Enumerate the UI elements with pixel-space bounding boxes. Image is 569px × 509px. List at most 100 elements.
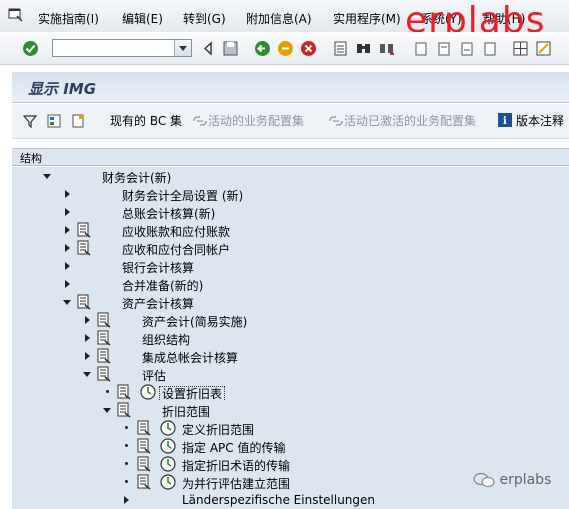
tree-node-label: 合并准备(新的) <box>122 279 204 293</box>
tree-row[interactable]: 资产会计核算 <box>12 293 569 311</box>
collapse-arrow-icon[interactable] <box>63 300 71 305</box>
chevron-down-icon <box>179 46 187 51</box>
print-icon[interactable] <box>332 40 349 57</box>
documentation-page-icon[interactable] <box>76 222 92 238</box>
tree-node-label: 资产会计核算 <box>122 297 195 311</box>
expand-arrow-icon[interactable] <box>65 226 70 234</box>
tree-row[interactable]: 集成总帐会计核算 <box>12 347 569 365</box>
tree-row[interactable]: 财务会计(新) <box>12 167 569 185</box>
layout-grid-icon[interactable] <box>512 40 529 57</box>
tree-row[interactable]: 折旧范围 <box>12 401 569 419</box>
tree-row[interactable]: 财务会计全局设置 (新) <box>12 185 569 203</box>
execute-activity-clock-icon[interactable] <box>160 438 176 454</box>
command-field[interactable] <box>52 39 192 57</box>
filter-icon[interactable] <box>22 113 38 129</box>
documentation-icon[interactable] <box>70 113 86 129</box>
release-notes-button[interactable]: 版本注释 <box>516 112 564 129</box>
menu-utilities[interactable]: 实用程序(M) <box>333 10 401 27</box>
tree-row[interactable]: 总账会计核算(新) <box>12 203 569 221</box>
expand-arrow-icon[interactable] <box>85 316 90 324</box>
expand-arrow-icon[interactable] <box>85 352 90 360</box>
tree-node-label: 集成总帐会计核算 <box>142 351 239 365</box>
tree-row[interactable]: 银行会计核算 <box>12 257 569 275</box>
expand-arrow-icon[interactable] <box>65 208 70 216</box>
command-field-dropdown[interactable] <box>174 40 191 56</box>
tree-node-label: 设置折旧表 <box>159 386 226 402</box>
img-structure-tree: 结构 财务会计(新) 财务会计全局设置 (新) 总账会计核算(新) 应收账款和应… <box>12 148 569 509</box>
menu-system[interactable]: 系统(Y) <box>421 10 462 27</box>
page-title: 显示 IMG <box>28 80 97 98</box>
next-page-icon[interactable] <box>459 40 476 57</box>
system-menu-icon[interactable] <box>8 8 24 22</box>
tree-row[interactable]: 组织结构 <box>12 329 569 347</box>
execute-activity-clock-icon[interactable] <box>160 456 176 472</box>
execute-activity-clock-icon[interactable] <box>140 384 156 400</box>
tree-node-label: Länderspezifische Einstellungen <box>182 493 376 507</box>
execute-activity-clock-icon[interactable] <box>160 420 176 436</box>
collapse-arrow-icon[interactable] <box>103 408 111 413</box>
documentation-page-icon[interactable] <box>96 312 112 328</box>
customize-layout-icon[interactable] <box>535 40 552 57</box>
tree-row-selected[interactable]: 设置折旧表 <box>12 383 569 402</box>
tree-row[interactable]: 指定 APC 值的传输 <box>12 437 569 455</box>
menu-implementation-guide[interactable]: 实施指南(I) <box>38 10 99 27</box>
back-triangle-icon[interactable] <box>200 40 217 57</box>
expand-arrow-icon[interactable] <box>65 244 70 252</box>
documentation-page-icon[interactable] <box>116 384 132 400</box>
activated-business-config-button[interactable]: 活动已激活的业务配置集 <box>344 112 476 129</box>
tree-row[interactable]: 定义折旧范围 <box>12 419 569 437</box>
find-icon[interactable] <box>355 40 372 57</box>
watermark-bottom: erplabs <box>473 472 551 488</box>
enter-check-icon[interactable] <box>22 40 39 57</box>
tree-row[interactable]: 应收和应付合同帐户 <box>12 239 569 257</box>
collapse-arrow-icon[interactable] <box>43 174 51 179</box>
table-view-icon[interactable] <box>46 113 62 129</box>
previous-page-icon[interactable] <box>436 40 453 57</box>
expand-arrow-icon[interactable] <box>85 334 90 342</box>
active-business-config-button[interactable]: 活动的业务配置集 <box>208 112 304 129</box>
last-page-icon[interactable] <box>482 40 499 57</box>
tree-node-label: 组织结构 <box>142 333 191 347</box>
documentation-page-icon[interactable] <box>136 420 152 436</box>
documentation-page-icon[interactable] <box>96 330 112 346</box>
documentation-page-icon[interactable] <box>76 294 92 310</box>
tree-node-label: 银行会计核算 <box>122 261 195 275</box>
documentation-page-icon[interactable] <box>96 348 112 364</box>
menu-edit[interactable]: 编辑(E) <box>122 10 163 27</box>
exit-icon[interactable] <box>277 40 294 57</box>
tree-row[interactable]: 合并准备(新的) <box>12 275 569 293</box>
tree-row[interactable]: 应收账款和应付账款 <box>12 221 569 239</box>
menu-goto[interactable]: 转到(G) <box>183 10 226 27</box>
leaf-bullet <box>125 480 128 483</box>
tree-node-label: 折旧范围 <box>162 405 211 419</box>
tree-row[interactable]: 资产会计(简易实施) <box>12 311 569 329</box>
documentation-page-icon[interactable] <box>136 456 152 472</box>
expand-arrow-icon[interactable] <box>65 280 70 288</box>
tree-row[interactable]: Länderspezifische Einstellungen <box>12 491 569 509</box>
tree-node-label: 财务会计全局设置 (新) <box>122 189 244 203</box>
execute-activity-clock-icon[interactable] <box>160 474 176 490</box>
documentation-page-icon[interactable] <box>96 366 112 382</box>
tree-node-label: 应收和应付合同帐户 <box>122 243 231 257</box>
back-icon[interactable] <box>254 40 271 57</box>
cancel-icon[interactable] <box>300 40 317 57</box>
collapse-arrow-icon[interactable] <box>83 372 91 377</box>
tree-node-label: 总账会计核算(新) <box>122 207 216 221</box>
menu-help[interactable]: 帮助(H) <box>483 10 525 27</box>
documentation-page-icon[interactable] <box>76 240 92 256</box>
documentation-page-icon[interactable] <box>116 402 132 418</box>
documentation-page-icon[interactable] <box>136 438 152 454</box>
expand-arrow-icon[interactable] <box>65 190 70 198</box>
expand-arrow-icon[interactable] <box>65 262 70 270</box>
save-icon[interactable] <box>222 40 239 57</box>
tree-row[interactable]: 指定折旧术语的传输 <box>12 455 569 473</box>
tree-node-label: 指定折旧术语的传输 <box>182 459 291 473</box>
menu-extras[interactable]: 附加信息(A) <box>246 10 312 27</box>
expand-arrow-icon[interactable] <box>124 496 129 504</box>
documentation-page-icon[interactable] <box>136 474 152 490</box>
bc-sets-button[interactable]: 现有的 BC 集 <box>110 112 182 129</box>
leaf-bullet <box>125 426 128 429</box>
find-next-icon[interactable] <box>378 40 395 57</box>
tree-row[interactable]: 评估 <box>12 365 569 383</box>
first-page-icon[interactable] <box>413 40 430 57</box>
